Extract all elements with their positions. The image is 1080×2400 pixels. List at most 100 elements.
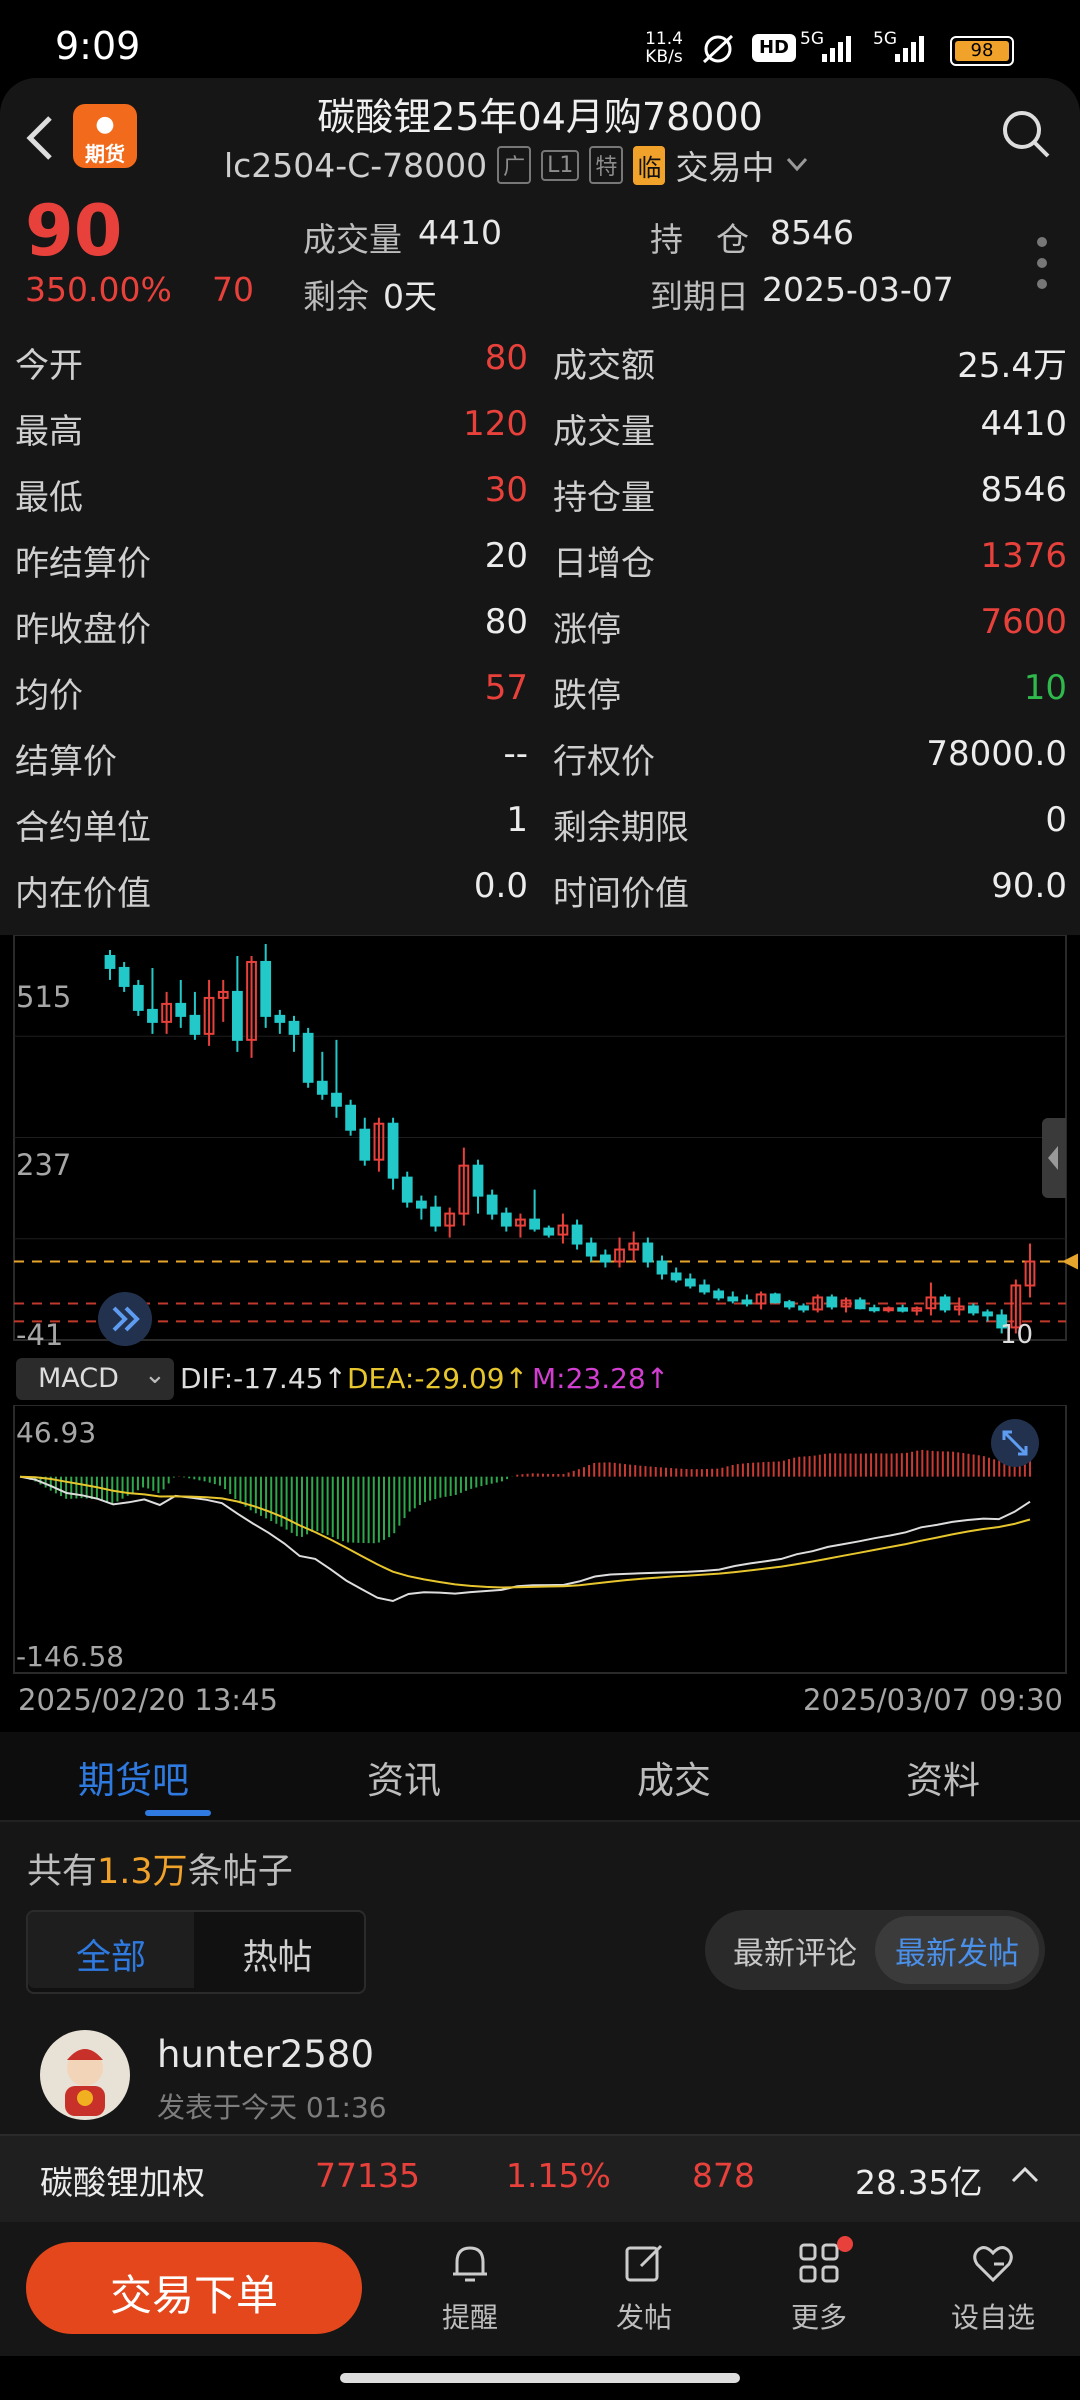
candle-body [939,1296,951,1311]
open-interest-value: 8546 [770,213,854,252]
stat-value: -- [503,734,528,774]
stat-value: 90.0 [991,866,1067,906]
volume-label: 成交量 [303,220,402,259]
candlestick-chart[interactable] [0,935,1080,1355]
filter-hot-button[interactable]: 热帖 [195,1912,360,1988]
y-tick-515: 515 [16,980,72,1014]
stat-label: 成交量 [553,412,655,452]
net-speed: 11.4 KB/s [638,30,690,66]
place-order-label: 交易下单 [109,2271,278,2320]
candle-body [387,1122,399,1179]
net-speed-unit: KB/s [645,47,683,67]
avatar-figure-icon [65,2049,105,2116]
filter-all-button[interactable]: 全部 [28,1912,194,1988]
candle-body [231,990,243,1041]
signal-2-icon [895,36,924,62]
place-order-button[interactable]: 交易下单 [26,2242,362,2334]
last-price: 90 [25,190,123,272]
home-indicator[interactable] [340,2373,740,2383]
candle-body [529,1218,541,1230]
stats-row: 最高 120 成交量 4410 [0,404,1080,470]
macd-max: 46.93 [16,1416,97,1449]
last-candle-label: 10 [1000,1320,1034,1350]
grid-icon [799,2243,839,2283]
ticker-change-pct: 1.15% [506,2156,611,2195]
tab-active-indicator [145,1810,211,1816]
fullscreen-icon[interactable] [990,1418,1040,1468]
stat-label: 跌停 [553,676,621,716]
alarm-muted-icon [702,34,734,64]
nav-watchlist-label: 设自选 [950,2301,1035,2334]
candle-body [472,1164,484,1197]
stats-row: 昨结算价 20 日增仓 1376 [0,536,1080,602]
more-options-icon[interactable] [1035,236,1049,290]
filter-hot-label: 热帖 [242,1938,313,1978]
sort-latest-post-button[interactable]: 最新发帖 [875,1916,1039,1984]
filter-all-label: 全部 [75,1938,146,1978]
ticker-change: 878 [692,2156,755,2195]
tag-te: 特 [589,146,624,184]
sort-latest-comment[interactable]: 最新评论 [733,1928,857,1973]
expand-left-icon[interactable] [96,1290,154,1348]
chevron-up-icon[interactable] [1010,2164,1040,2184]
stat-label: 内在价值 [15,874,151,914]
tab-profile[interactable]: 资料 [906,1750,980,1804]
stats-row: 结算价 -- 行权价 78000.0 [0,734,1080,800]
stat-label: 时间价值 [553,874,689,914]
tab-trades[interactable]: 成交 [637,1750,711,1804]
stat-value: 1 [506,800,528,840]
post-count-suffix: 条帖子 [187,1852,293,1892]
macd-chart[interactable] [0,1405,1080,1675]
stat-label: 持仓量 [553,478,655,518]
indicator-label: MACD [38,1363,119,1394]
candle-body [868,1307,880,1312]
nav-more[interactable]: 更多 [764,2236,874,2340]
contract-subtitle[interactable]: lc2504-C-78000 广 L1 特 临 交易中 [224,143,810,187]
stats-row: 内在价值 0.0 时间价值 90.0 [0,866,1080,932]
candle-body [175,1002,187,1017]
candle-body [670,1272,682,1281]
post-count: 共有1.3万条帖子 [27,1843,293,1894]
remaining-label: 剩余 [303,277,369,316]
post-username[interactable]: hunter2580 [157,2033,374,2076]
candle-body [274,1014,286,1023]
candle-body [798,1305,809,1311]
stat-label: 最低 [15,478,83,518]
stat-label: 均价 [15,676,83,716]
candle-body [260,960,272,1017]
nav-post[interactable]: 发帖 [589,2240,699,2340]
indicator-selector[interactable]: MACD ⌄ [16,1358,174,1400]
chart-end-time: 2025/03/07 09:30 [803,1683,1063,1717]
nav-watchlist[interactable]: 设自选 [938,2240,1048,2340]
search-icon[interactable] [1000,108,1052,160]
candle-body [401,1176,413,1203]
stat-value: 120 [463,404,528,444]
avatar[interactable] [40,2030,130,2120]
candle-body [359,1128,371,1161]
macd-frame [13,1405,1067,1674]
tab-news[interactable]: 资讯 [367,1750,441,1804]
nav-alert[interactable]: 提醒 [415,2240,525,2340]
candle-body [189,1014,201,1035]
ticker-turnover: 28.35亿 [855,2163,983,2202]
tab-futures-forum[interactable]: 期货吧 [78,1750,189,1804]
sort-latest-post-label: 最新发帖 [895,1936,1019,1972]
candle-body [699,1284,710,1293]
tag-guang: 广 [497,146,532,184]
candle-body [316,1080,328,1095]
battery-level: 98 [955,41,1009,61]
stat-value: 20 [484,536,528,576]
signal-1-icon [822,36,851,62]
contract-code: lc2504-C-78000 [224,145,488,185]
candle-body [147,1008,158,1023]
candle-body [741,1299,753,1305]
net-speed-value: 11.4 [645,29,683,49]
nav-alert-label: 提醒 [441,2301,498,2334]
y-tick-neg41: -41 [16,1318,64,1352]
stats-row: 今开 80 成交额 25.4万 [0,338,1080,404]
chart-side-handle[interactable] [1042,1118,1066,1198]
candle-body [104,954,116,969]
chart-start-time: 2025/02/20 13:45 [18,1683,278,1717]
post-count-number: 1.3万 [97,1852,188,1892]
stat-value: 10 [1023,668,1067,708]
